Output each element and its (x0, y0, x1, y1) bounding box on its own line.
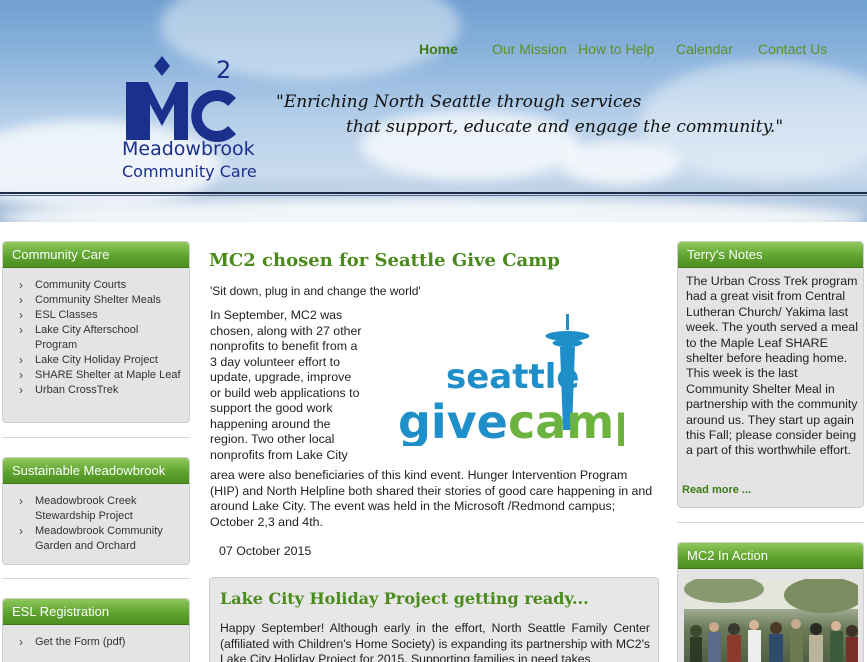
logo-line1: Meadowbrook (122, 138, 255, 160)
read-more-link[interactable]: Read more ... (682, 484, 751, 496)
sidebar-divider (2, 578, 190, 579)
header-divider (0, 192, 867, 194)
esl-box: ESL Registration › Get the Form (pdf) (2, 598, 190, 662)
chevron-right-icon: › (19, 278, 23, 292)
chevron-right-icon: › (19, 323, 23, 337)
chevron-right-icon: › (19, 293, 23, 307)
post-body-line: chosen, along with 27 other (210, 323, 362, 338)
nav-our-mission[interactable]: Our Mission (492, 41, 567, 57)
post-body-line: support the good work (210, 401, 333, 415)
logo-c-shape (191, 90, 236, 142)
chevron-right-icon: › (19, 368, 23, 382)
post2-card: Lake City Holiday Project getting ready.… (209, 577, 659, 662)
sidebar-link[interactable]: SHARE Shelter at Maple Leaf (35, 369, 181, 381)
post-body-line: In September, MC2 was (210, 308, 343, 322)
nav-calendar[interactable]: Calendar (676, 41, 733, 57)
post-body-line: 3 day volunteer effort to (210, 354, 340, 369)
post-body-line: nonprofits to benefit from a (210, 339, 358, 353)
in-action-box: MC2 In Action (677, 542, 864, 662)
nav-how-to-help[interactable]: How to Help (578, 41, 654, 57)
chevron-right-icon: › (19, 383, 23, 397)
sidebar-divider (677, 522, 864, 523)
list-item[interactable]: › Urban CrossTrek (17, 383, 183, 398)
post-body-line: happening around the (210, 416, 331, 431)
chevron-right-icon: › (19, 494, 23, 508)
post2-title[interactable]: Lake City Holiday Project getting ready.… (220, 589, 589, 608)
sidebar-link[interactable]: Community Courts (35, 279, 126, 291)
in-action-photo[interactable] (684, 579, 858, 662)
esl-list: › Get the Form (pdf) (17, 635, 183, 650)
sustainable-title: Sustainable Meadowbrook (3, 458, 189, 484)
site-header: Home Our Mission How to Help Calendar Co… (0, 0, 867, 222)
terrys-notes-box: Terry's Notes The Urban Cross Trek progr… (677, 241, 864, 508)
logo-m-shape (126, 82, 188, 140)
post-date: 07 October 2015 (219, 544, 312, 558)
post-body: area were also beneficiaries of this kin… (210, 468, 653, 529)
sidebar-link[interactable]: Meadowbrook Community Garden and Orchard (35, 525, 163, 552)
nav-home[interactable]: Home (419, 41, 458, 57)
sidebar-link[interactable]: Urban CrossTrek (35, 384, 118, 396)
sustainable-box: Sustainable Meadowbrook › Meadowbrook Cre… (2, 457, 190, 565)
chevron-right-icon: › (19, 308, 23, 322)
list-item[interactable]: › Get the Form (pdf) (17, 635, 183, 650)
post2-body: Happy September! Although early in the e… (220, 621, 650, 662)
community-care-box: Community Care › Community Courts › Commun… (2, 241, 190, 423)
header-divider (0, 195, 867, 196)
list-item[interactable]: › Meadowbrook Community Garden and Orchar… (17, 524, 183, 554)
photo-crowd-illustration (684, 579, 858, 662)
in-action-title: MC2 In Action (678, 543, 863, 569)
post-body-line: or build web applications to (210, 385, 360, 400)
list-item[interactable]: › Community Courts (17, 278, 183, 293)
post-title[interactable]: MC2 chosen for Seattle Give Camp (209, 250, 560, 271)
terrys-notes-body: The Urban Cross Trek program had a great… (686, 274, 858, 458)
logo-superscript: 2 (216, 56, 231, 84)
list-item[interactable]: › Lake City Afterschool Program (17, 323, 183, 353)
chevron-right-icon: › (19, 635, 23, 649)
post-body-line: nonprofits from Lake City (210, 447, 348, 462)
sidebar-link[interactable]: Community Shelter Meals (35, 294, 161, 306)
post-body-line: region. Two other local (210, 432, 335, 446)
list-item[interactable]: › SHARE Shelter at Maple Leaf (17, 368, 183, 383)
community-care-list: › Community Courts › Community Shelter Mea… (17, 278, 183, 398)
esl-title: ESL Registration (3, 599, 189, 625)
sidebar-link[interactable]: Lake City Holiday Project (35, 354, 158, 366)
list-item[interactable]: › Community Shelter Meals (17, 293, 183, 308)
logo-diamond (154, 56, 170, 76)
list-item[interactable]: › Lake City Holiday Project (17, 353, 183, 368)
givecamp-word-camp: camp (508, 395, 624, 446)
sidebar-link[interactable]: Meadowbrook Creek Stewardship Project (35, 495, 137, 522)
sustainable-list: › Meadowbrook Creek Stewardship Project ›… (17, 494, 183, 554)
sidebar-link[interactable]: ESL Classes (35, 309, 98, 321)
post-body-line: update, upgrade, improve (210, 370, 352, 384)
logo-line2: Community Care (122, 162, 257, 181)
sidebar-link[interactable]: Get the Form (pdf) (35, 636, 125, 648)
chevron-right-icon: › (19, 353, 23, 367)
chevron-right-icon: › (19, 524, 23, 538)
post-body-wrap: In September, MC2 was chosen, along with… (210, 308, 380, 463)
terrys-notes-title: Terry's Notes (678, 242, 863, 268)
community-care-title: Community Care (3, 242, 189, 268)
sidebar-link[interactable]: Lake City Afterschool Program (35, 324, 138, 351)
list-item[interactable]: › ESL Classes (17, 308, 183, 323)
sidebar-divider (2, 437, 190, 438)
givecamp-word-give: give (398, 395, 508, 446)
seattle-givecamp-logo: seattle give camp (398, 314, 624, 446)
nav-contact-us[interactable]: Contact Us (758, 41, 827, 57)
post-lead: 'Sit down, plug in and change the world' (210, 284, 421, 298)
givecamp-word-seattle: seattle (446, 357, 579, 397)
tagline-line1: "Enriching North Seattle through service… (276, 92, 642, 112)
list-item[interactable]: › Meadowbrook Creek Stewardship Project (17, 494, 183, 524)
tagline-line2: that support, educate and engage the com… (346, 117, 784, 137)
